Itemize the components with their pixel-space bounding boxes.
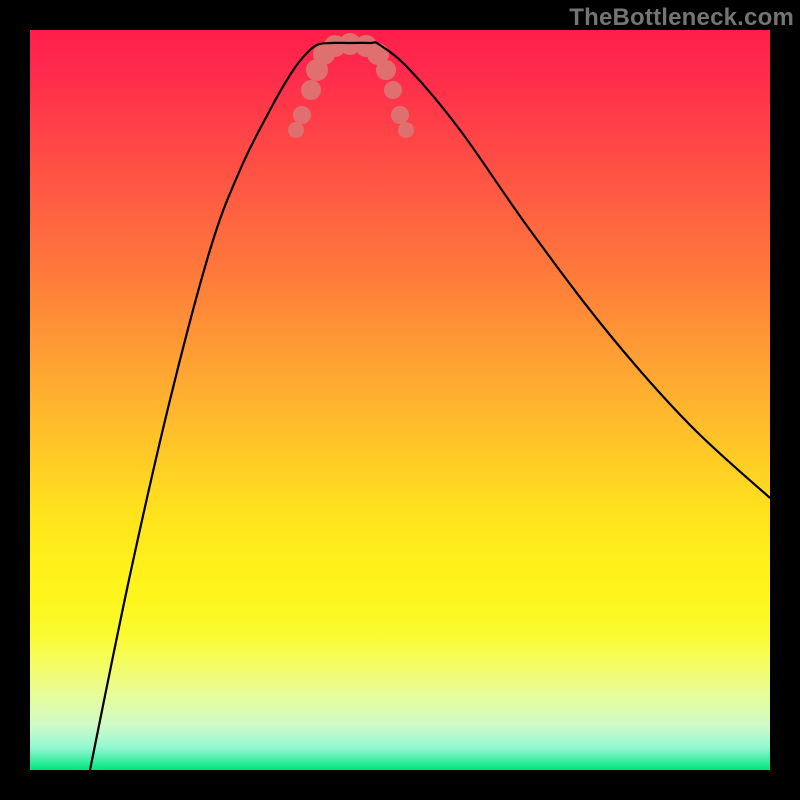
valley-dot	[391, 106, 409, 124]
valley-dot	[384, 81, 402, 99]
valley-highlight	[288, 33, 414, 138]
valley-dot	[376, 60, 396, 80]
bottleneck-curve	[30, 30, 770, 770]
chart-area	[30, 30, 770, 770]
outer-frame: TheBottleneck.com	[0, 0, 800, 800]
valley-dot	[301, 80, 321, 100]
curve-path	[90, 42, 770, 770]
valley-dot	[398, 122, 414, 138]
valley-dot	[288, 122, 304, 138]
valley-dot	[293, 106, 311, 124]
watermark-text: TheBottleneck.com	[569, 4, 794, 32]
